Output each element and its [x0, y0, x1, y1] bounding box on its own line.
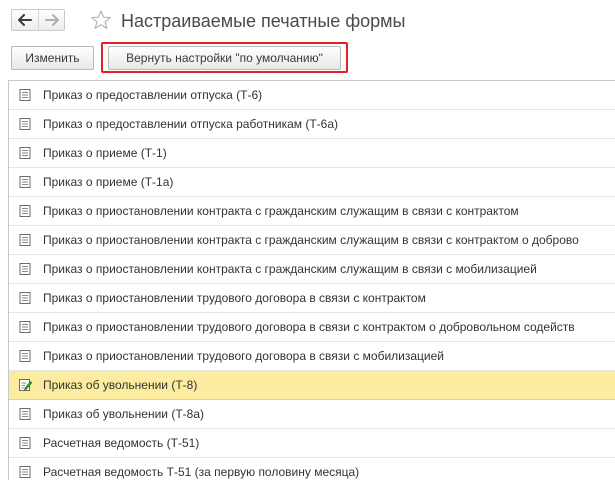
list-item[interactable]: Расчетная ведомость Т-51 (за первую поло… [9, 458, 615, 480]
list-item[interactable]: Приказ о приостановлении контракта с гра… [9, 197, 615, 226]
list-item[interactable]: Приказ об увольнении (Т-8а) [9, 400, 615, 429]
document-icon [18, 407, 32, 421]
list-item-label: Приказ о приостановлении трудового догов… [43, 291, 426, 305]
list-item-label: Приказ о предоставлении отпуска (Т-6) [43, 88, 263, 102]
list-item-label: Приказ о приеме (Т-1) [43, 146, 167, 160]
document-icon [18, 233, 32, 247]
list-item-label: Приказ о приостановлении трудового догов… [43, 320, 575, 334]
list-item-label: Расчетная ведомость (Т-51) [43, 436, 200, 450]
arrow-left-icon [18, 14, 32, 26]
document-icon [18, 291, 32, 305]
list-item-label: Приказ о предоставлении отпуска работник… [43, 117, 339, 131]
list-item[interactable]: Приказ о приеме (Т-1а) [9, 168, 615, 197]
list-item-label: Приказ о приостановлении контракта с гра… [43, 233, 579, 247]
back-button[interactable] [12, 10, 38, 30]
star-icon[interactable] [90, 9, 112, 31]
document-icon [18, 175, 32, 189]
list-item-label: Расчетная ведомость Т-51 (за первую поло… [43, 465, 360, 479]
list-item-label: Приказ о приостановлении контракта с гра… [43, 204, 519, 218]
list-item[interactable]: Приказ о приостановлении контракта с гра… [9, 226, 615, 255]
document-icon [18, 320, 32, 334]
print-forms-list[interactable]: Приказ о предоставлении отпуска (Т-6) При… [8, 80, 615, 480]
list-item[interactable]: Приказ о приеме (Т-1) [9, 139, 615, 168]
document-icon [18, 88, 32, 102]
forward-button[interactable] [38, 10, 64, 30]
list-item[interactable]: Приказ о предоставлении отпуска работник… [9, 110, 615, 139]
list-item-label: Приказ о приостановлении контракта с гра… [43, 262, 537, 276]
page-title: Настраиваемые печатные формы [121, 11, 406, 31]
list-item[interactable]: Приказ о приостановлении контракта с гра… [9, 255, 615, 284]
list-item-label: Приказ о приостановлении трудового догов… [43, 349, 444, 363]
title-bar: Настраиваемые печатные формы [0, 0, 615, 42]
list-item[interactable]: Расчетная ведомость (Т-51) [9, 429, 615, 458]
list-item-label: Приказ о приеме (Т-1а) [43, 175, 174, 189]
list-item[interactable]: Приказ о приостановлении трудового догов… [9, 284, 615, 313]
document-icon [18, 465, 32, 479]
list-item[interactable]: Приказ о приостановлении трудового догов… [9, 313, 615, 342]
document-icon [18, 204, 32, 218]
document-icon [18, 117, 32, 131]
document-icon [18, 349, 32, 363]
list-item-label: Приказ об увольнении (Т-8а) [43, 407, 205, 421]
document-icon [18, 146, 32, 160]
list-item[interactable]: Приказ о предоставлении отпуска (Т-6) [9, 81, 615, 110]
command-bar: Изменить Вернуть настройки "по умолчанию… [0, 42, 615, 76]
navigation-buttons [11, 9, 65, 31]
reset-defaults-button[interactable]: Вернуть настройки "по умолчанию" [108, 46, 341, 70]
edited-document-icon [18, 378, 33, 392]
document-icon [18, 436, 32, 450]
edit-button[interactable]: Изменить [11, 46, 94, 70]
document-icon [18, 262, 32, 276]
list-item[interactable]: Приказ о приостановлении трудового догов… [9, 342, 615, 371]
list-item-label: Приказ об увольнении (Т-8) [43, 378, 198, 392]
list-item[interactable]: Приказ об увольнении (Т-8) [9, 371, 615, 400]
arrow-right-icon [44, 14, 59, 26]
